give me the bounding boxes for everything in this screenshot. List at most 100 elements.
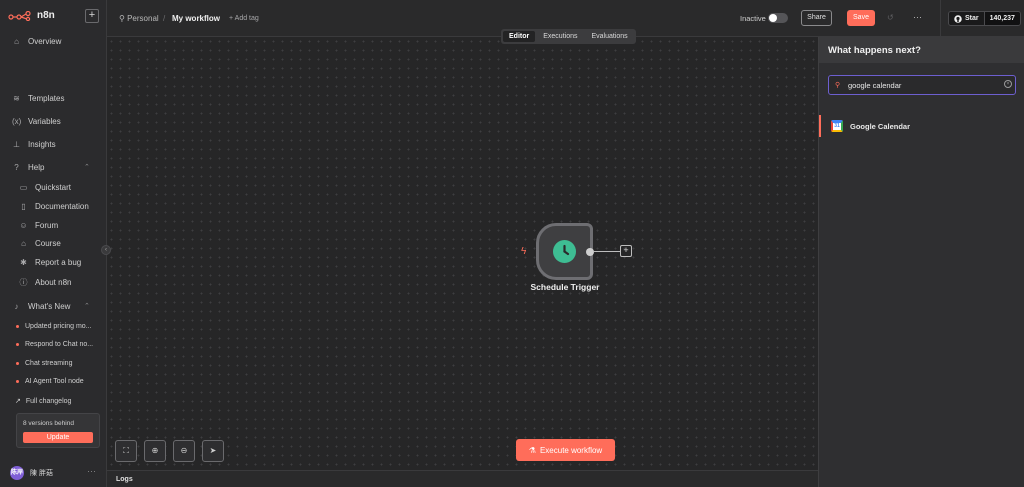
tab-executions[interactable]: Executions: [537, 31, 583, 42]
users-icon: ☺: [19, 221, 28, 230]
search-input[interactable]: [848, 79, 998, 92]
workflow-canvas[interactable]: Editor Executions Evaluations ϟ + Schedu…: [107, 29, 818, 470]
fit-view-button[interactable]: ⛶: [115, 440, 137, 462]
sidebar-item-overview[interactable]: ⌂ Overview: [12, 37, 61, 46]
more-horizontal-icon[interactable]: ···: [87, 466, 96, 476]
view-tabs: Editor Executions Evaluations: [501, 29, 636, 44]
sidebar-item-templates[interactable]: ≋ Templates: [12, 94, 64, 103]
news-item-label: AI Agent Tool node: [25, 378, 84, 385]
help-item-label: Report a bug: [35, 258, 82, 267]
tab-editor[interactable]: Editor: [503, 31, 536, 42]
add-tag-button[interactable]: + Add tag: [229, 15, 259, 22]
help-item-forum[interactable]: ☺ Forum: [19, 221, 58, 230]
more-horizontal-icon[interactable]: ···: [913, 12, 922, 22]
versions-behind-text: 8 versions behind: [23, 420, 74, 427]
help-item-about[interactable]: ⓘ About n8n: [19, 277, 72, 288]
fit-view-icon: ⛶: [123, 446, 129, 455]
panel-header: What happens next?: [819, 37, 1024, 63]
sidebar-item-help[interactable]: ? Help: [12, 163, 44, 172]
help-item-documentation[interactable]: ▯ Documentation: [19, 202, 89, 211]
n8n-logo[interactable]: n8n: [8, 10, 55, 21]
news-item-label: Chat streaming: [25, 360, 73, 367]
flask-icon: ⚗: [528, 445, 536, 455]
unread-dot: [16, 362, 19, 365]
avatar: 陈岸: [10, 466, 24, 480]
sidebar-item-label: Overview: [28, 37, 62, 46]
user-name: 陳 胖菇: [30, 470, 53, 477]
toggle-knob: [769, 14, 777, 22]
book-icon: ▯: [21, 202, 26, 211]
star-label: Star: [965, 15, 979, 22]
bug-icon: ✱: [20, 258, 27, 267]
news-item[interactable]: Respond to Chat no...: [16, 341, 93, 348]
create-button[interactable]: +: [85, 9, 99, 23]
user-icon: ⚲: [119, 14, 125, 23]
schedule-trigger-node[interactable]: [536, 223, 593, 280]
node-output-handle[interactable]: [586, 248, 594, 256]
unread-dot: [16, 343, 19, 346]
chevron-up-icon[interactable]: ⌃: [84, 163, 90, 171]
zoom-in-button[interactable]: ⊕: [144, 440, 166, 462]
insights-icon: ⊥: [13, 140, 20, 149]
sidebar-item-whats-new[interactable]: ♪ What's New: [12, 302, 71, 311]
execute-workflow-button[interactable]: ⚗ Execute workflow: [516, 439, 615, 461]
help-item-course[interactable]: ⌂ Course: [19, 239, 61, 248]
trigger-bolt-icon: ϟ: [521, 246, 527, 257]
sidebar-item-label: Templates: [28, 94, 65, 103]
clock-icon: [553, 240, 576, 263]
sidebar-item-insights[interactable]: ⊥ Insights: [12, 140, 56, 149]
zoom-out-icon: ⊖: [180, 446, 188, 455]
external-link-icon: ↗: [15, 398, 21, 405]
help-item-label: Forum: [35, 221, 59, 230]
zoom-out-button[interactable]: ⊖: [173, 440, 195, 462]
github-star-button[interactable]: Star 140,237: [948, 11, 1021, 26]
node-search[interactable]: ⚲ ×: [828, 75, 1016, 95]
sidebar: n8n + ⌂ Overview ≋ Templates (x) Variabl…: [0, 0, 107, 487]
node-creator-panel: What happens next? ⚲ × 31 Google Calenda…: [818, 37, 1024, 487]
github-star-left: Star: [949, 12, 984, 25]
active-status-label: Inactive: [740, 14, 766, 23]
news-item[interactable]: Updated pricing mo...: [16, 323, 92, 330]
update-notice: 8 versions behind Update: [16, 413, 100, 448]
divider: [940, 0, 941, 37]
update-button[interactable]: Update: [23, 432, 93, 443]
add-node-button[interactable]: +: [620, 245, 632, 257]
help-item-quickstart[interactable]: ▭ Quickstart: [19, 183, 71, 192]
unread-dot: [16, 380, 19, 383]
news-item[interactable]: Chat streaming: [16, 360, 72, 367]
share-button[interactable]: Share: [801, 10, 832, 26]
workflow-title[interactable]: My workflow: [172, 14, 220, 23]
sidebar-item-label: What's New: [28, 302, 71, 311]
tidy-up-button[interactable]: ➤: [202, 440, 224, 462]
news-item[interactable]: AI Agent Tool node: [16, 378, 84, 385]
history-icon[interactable]: ↺: [887, 13, 894, 22]
changelog-label: Full changelog: [25, 397, 72, 405]
help-item-label: Quickstart: [35, 183, 72, 192]
execute-label: Execute workflow: [539, 445, 603, 455]
news-item-label: Respond to Chat no...: [25, 341, 94, 348]
search-icon: ⚲: [835, 82, 841, 89]
clear-icon[interactable]: ×: [1004, 80, 1012, 88]
full-changelog-link[interactable]: ↗ Full changelog: [15, 397, 72, 406]
chevron-up-icon[interactable]: ⌃: [84, 302, 90, 310]
graduation-icon: ⌂: [21, 239, 26, 248]
news-item-label: Updated pricing mo...: [25, 323, 92, 330]
connection-line: [594, 251, 621, 252]
home-icon: ⌂: [14, 37, 19, 46]
save-button[interactable]: Save: [847, 10, 875, 26]
cursor-icon: ➤: [209, 446, 217, 455]
logs-panel[interactable]: Logs: [107, 470, 818, 487]
user-menu[interactable]: 陈岸 陳 胖菇: [10, 466, 53, 480]
breadcrumb-project[interactable]: ⚲ Personal: [119, 14, 159, 23]
unread-dot: [16, 325, 19, 328]
help-item-label: Course: [35, 239, 61, 248]
result-label: Google Calendar: [850, 122, 911, 131]
active-toggle[interactable]: [768, 13, 788, 23]
help-item-report-bug[interactable]: ✱ Report a bug: [19, 258, 81, 267]
templates-icon: ≋: [13, 94, 20, 103]
tab-evaluations[interactable]: Evaluations: [585, 31, 633, 42]
collapse-sidebar-icon[interactable]: ‹: [101, 245, 111, 255]
sidebar-item-variables[interactable]: (x) Variables: [12, 117, 61, 126]
sidebar-item-label: Insights: [28, 140, 56, 149]
search-result-item[interactable]: 31 Google Calendar: [819, 115, 1024, 137]
